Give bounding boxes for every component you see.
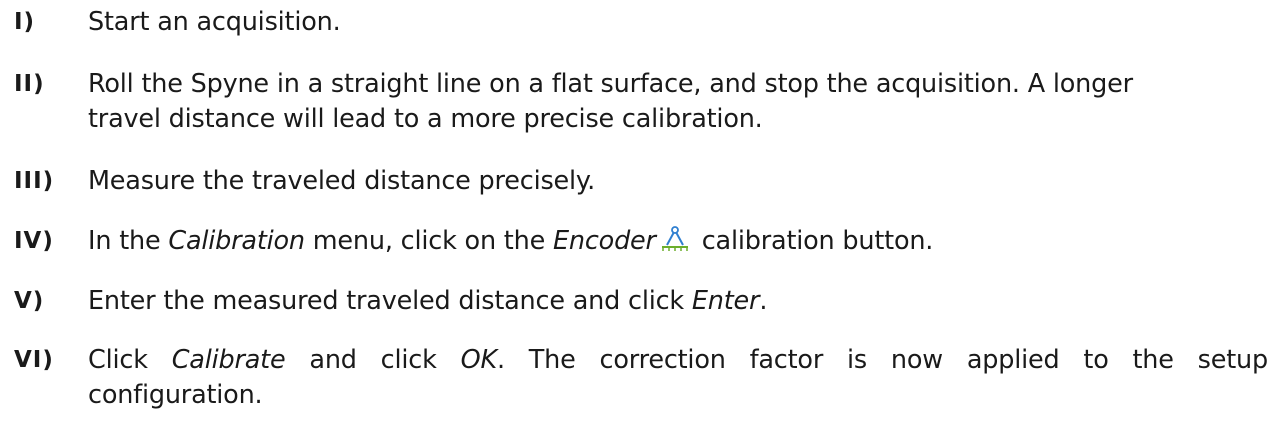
step-text: Click Calibrate and click OK. The correc… bbox=[88, 343, 1268, 413]
encoder-calibration-icon bbox=[660, 226, 690, 262]
step-number: I) bbox=[14, 9, 36, 35]
step-text: Roll the Spyne in a straight line on a f… bbox=[88, 67, 1268, 137]
step-text-part: In the bbox=[88, 226, 169, 256]
step-text-part: Enter the measured traveled distance and… bbox=[88, 286, 692, 316]
step-number: V) bbox=[14, 288, 45, 314]
step-text-line: Click Calibrate and click OK. The correc… bbox=[88, 343, 1268, 378]
enter-key-ref: Enter bbox=[691, 286, 760, 316]
step-text-part: calibration button. bbox=[693, 226, 934, 256]
step-text-part: menu, click on the bbox=[304, 226, 553, 256]
step-text-line: Roll the Spyne in a straight line on a f… bbox=[88, 69, 1133, 99]
step-text-line: configuration. bbox=[88, 380, 263, 410]
step-text-part: . bbox=[759, 286, 768, 316]
step-text-line: travel distance will lead to a more prec… bbox=[88, 104, 763, 134]
step-text-part: Click bbox=[88, 345, 172, 375]
step-text: In the Calibration menu, click on the En… bbox=[88, 224, 1268, 262]
ok-button-ref: OK bbox=[460, 345, 498, 375]
calibrate-button-ref: Calibrate bbox=[171, 345, 286, 375]
encoder-button-ref: Encoder bbox=[552, 226, 656, 256]
step-text: Measure the traveled distance precisely. bbox=[88, 166, 596, 196]
step-text-part: . The correction factor is now applied t… bbox=[496, 345, 1268, 375]
step-text-part: and click bbox=[285, 345, 461, 375]
step-text: Start an acquisition. bbox=[88, 7, 341, 37]
step-number: IV) bbox=[14, 228, 54, 254]
instruction-list: I) Start an acquisition. II) Roll the Sp… bbox=[0, 0, 1274, 426]
step-text: Enter the measured traveled distance and… bbox=[88, 284, 1268, 319]
step-number: III) bbox=[14, 168, 55, 194]
step-number: VI) bbox=[14, 347, 54, 373]
calibration-menu-ref: Calibration bbox=[168, 226, 305, 256]
step-number: II) bbox=[14, 71, 45, 97]
